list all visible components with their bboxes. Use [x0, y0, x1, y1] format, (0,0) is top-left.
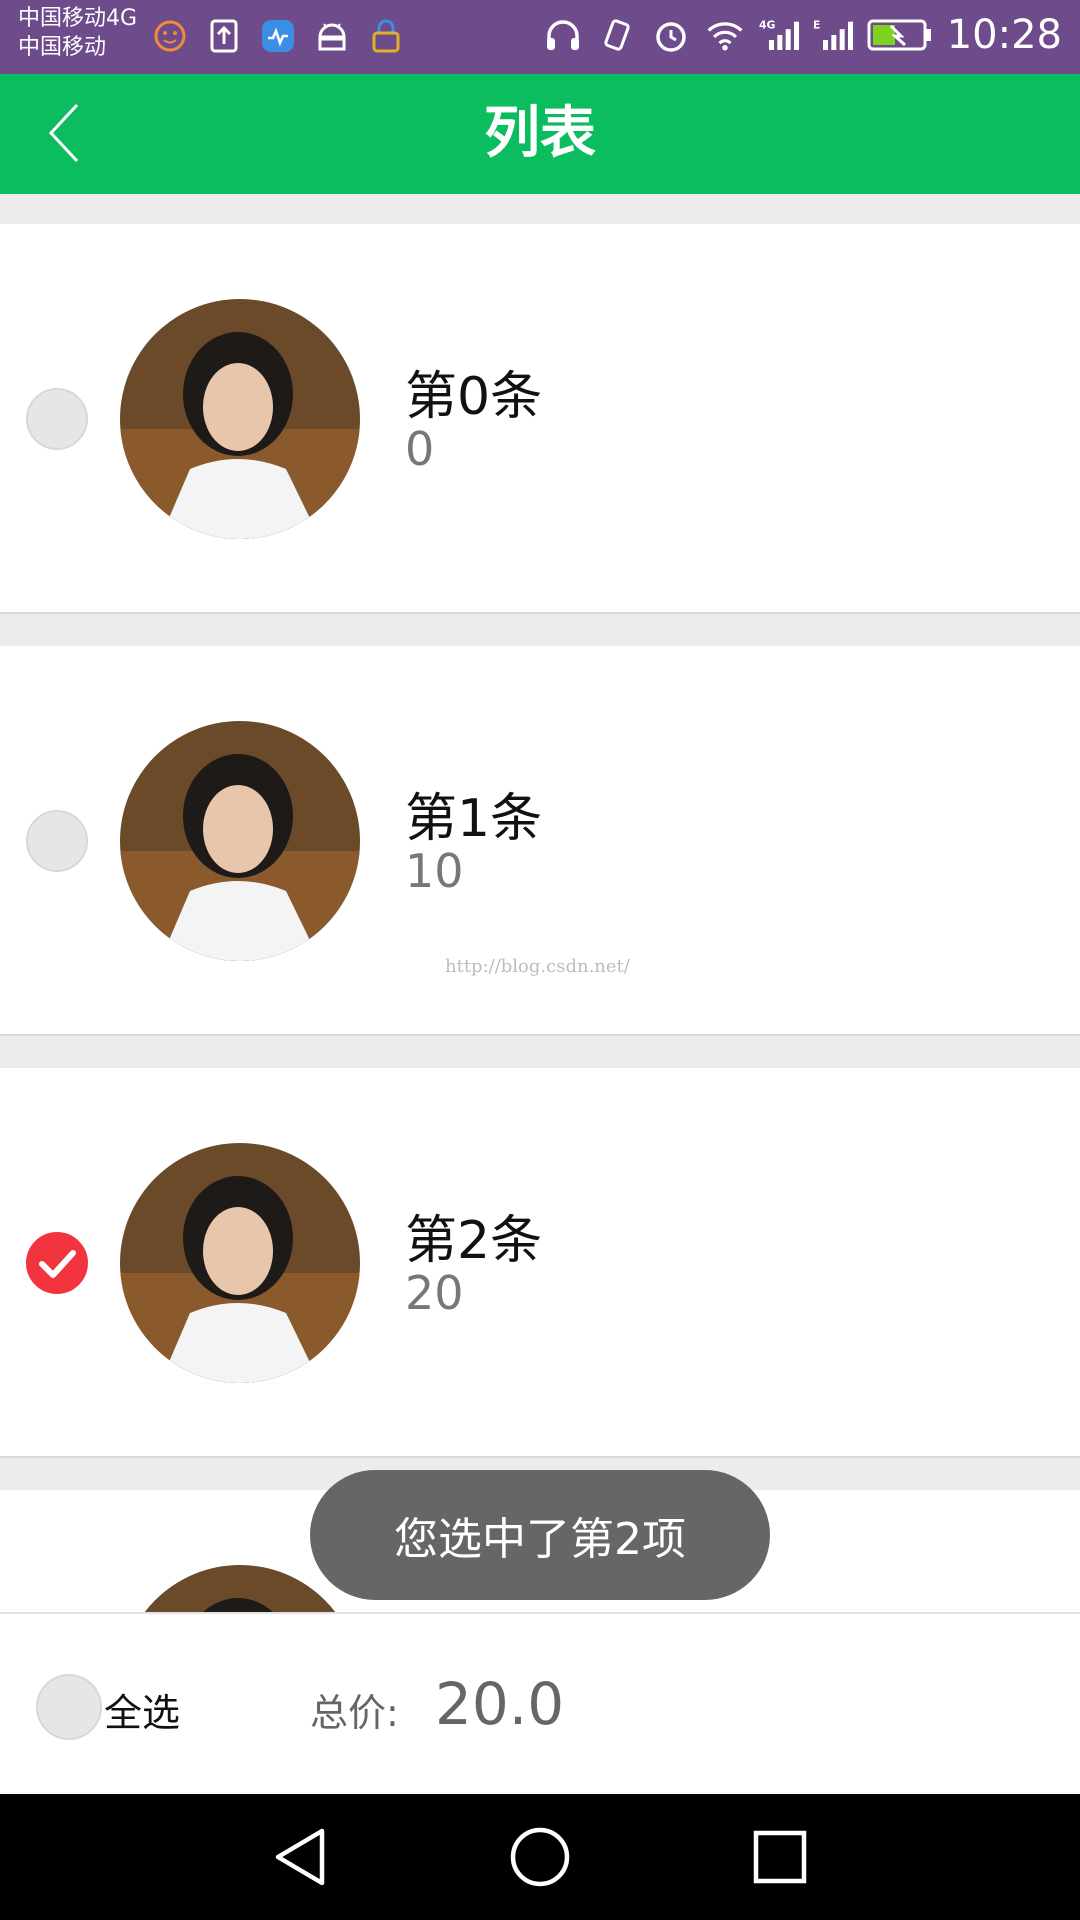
android-icon: [312, 16, 352, 56]
item-price: 0: [405, 422, 435, 476]
lock-icon: [366, 16, 406, 56]
item-price: 20: [405, 1266, 464, 1320]
cart-footer: 全选 总价: 20.0: [0, 1612, 1080, 1794]
item-title: 第0条: [405, 367, 543, 427]
nav-back-button[interactable]: [260, 1817, 340, 1897]
wifi-icon: [705, 15, 745, 55]
avatar: [120, 299, 360, 539]
list-item[interactable]: 第2条 20: [0, 1068, 1080, 1458]
watermark: http://blog.csdn.net/: [445, 956, 630, 977]
system-nav-bar: [0, 1794, 1080, 1920]
toast-message: 您选中了第2项: [310, 1470, 770, 1600]
item-price: 10: [405, 844, 464, 898]
notification-icons: [150, 16, 406, 56]
app-bar: 列表: [0, 74, 1080, 194]
health-icon: [258, 16, 298, 56]
signal-e-icon: E: [813, 15, 853, 55]
total-label: 总价:: [310, 1691, 399, 1735]
battery-charging-icon: [867, 15, 933, 55]
avatar: [120, 1143, 360, 1383]
item-title: 第2条: [405, 1211, 543, 1271]
check-icon: [39, 1250, 76, 1278]
list-item[interactable]: 第0条 0: [0, 224, 1080, 614]
smiley-icon: [150, 16, 190, 56]
nav-home-button[interactable]: [500, 1817, 580, 1897]
select-all-label[interactable]: 全选: [104, 1682, 180, 1737]
svg-text:E: E: [813, 18, 820, 31]
status-time: 10:28: [946, 12, 1062, 58]
alarm-icon: [651, 15, 691, 55]
carrier-line-2: 中国移动: [18, 35, 107, 60]
row-checkbox[interactable]: [26, 810, 88, 872]
headphones-icon: [543, 15, 583, 55]
circle-home-icon: [510, 1827, 570, 1887]
item-title: 第1条: [405, 789, 543, 849]
item-list[interactable]: 第0条 0 第1条 10 第2条 20 http://blog.csdn.net…: [0, 194, 1080, 1612]
square-recents-icon: [753, 1830, 807, 1884]
triangle-back-icon: [275, 1828, 325, 1886]
upload-icon: [204, 16, 244, 56]
svg-text:4G: 4G: [759, 18, 776, 31]
nav-recents-button[interactable]: [740, 1817, 820, 1897]
select-all-checkbox[interactable]: [36, 1674, 102, 1740]
row-checkbox[interactable]: [26, 1232, 88, 1294]
avatar: [120, 721, 360, 961]
back-arrow-icon: [48, 103, 79, 163]
carrier-info: 中国移动4G 中国移动: [18, 4, 137, 62]
back-button[interactable]: [30, 98, 100, 168]
list-item[interactable]: 第1条 10: [0, 646, 1080, 1036]
page-title: 列表: [484, 101, 596, 166]
system-status-icons: 4G E 10:28: [543, 12, 1062, 58]
signal-4g-icon: 4G: [759, 15, 799, 55]
status-bar: 中国移动4G 中国移动 4G E 10:28: [0, 0, 1080, 74]
total-value: 20.0: [435, 1670, 565, 1738]
row-checkbox[interactable]: [26, 388, 88, 450]
vibrate-icon: [597, 15, 637, 55]
carrier-line-1: 中国移动4G: [18, 6, 138, 31]
